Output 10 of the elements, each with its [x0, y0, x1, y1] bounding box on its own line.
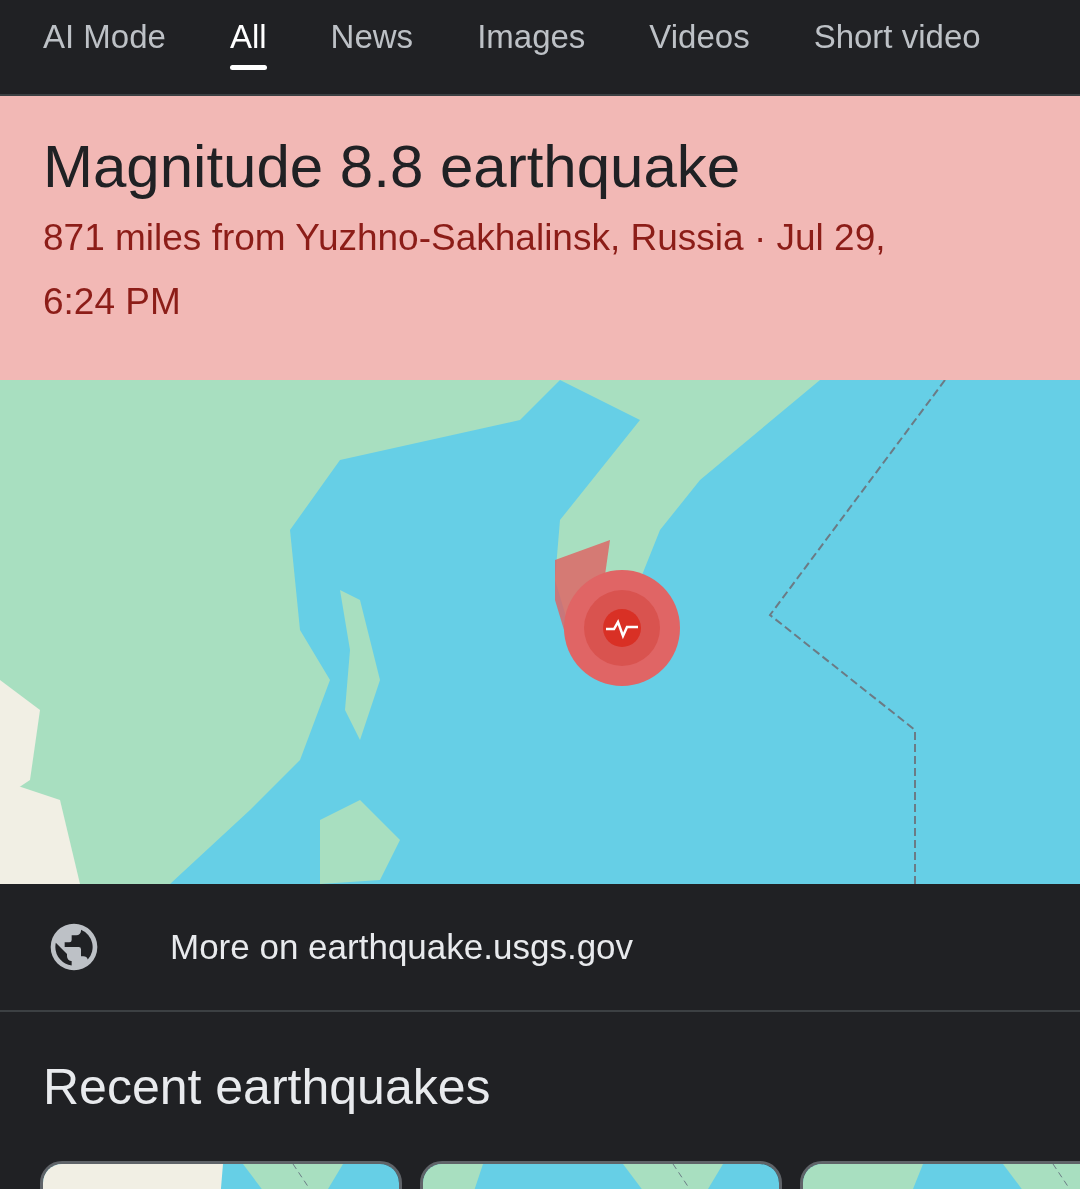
tab[interactable]: Videos	[649, 0, 750, 94]
tab[interactable]: Short video	[813, 0, 981, 94]
tab[interactable]: News	[330, 0, 414, 94]
source-link[interactable]: More on earthquake.usgs.gov	[170, 920, 634, 974]
tab[interactable]: All	[229, 0, 267, 94]
earthquake-title: Magnitude 8.8 earthquake	[43, 134, 742, 200]
earthquake-details: 871 miles from Yuzhno-Sakhalinsk, Russia · Jul 29, 6:24 PM	[43, 216, 887, 324]
section-heading: Recent earthquakes	[43, 1060, 492, 1115]
tab[interactable]: Images	[477, 0, 586, 94]
tab[interactable]: AI Mode	[43, 0, 166, 94]
